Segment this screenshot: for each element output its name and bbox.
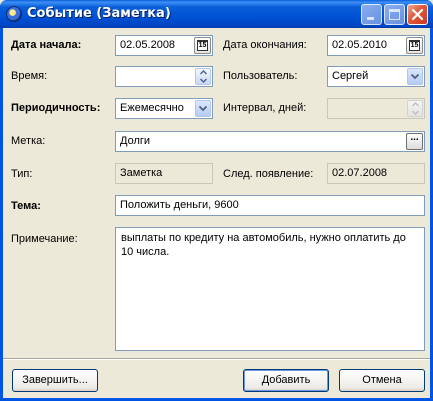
event-dialog: Событие (Заметка) Дата начала: 02.05.200… xyxy=(0,0,433,401)
maximize-icon xyxy=(389,9,400,20)
time-label: Время: xyxy=(11,70,48,82)
start-date-value: 02.05.2008 xyxy=(120,39,176,51)
next-occurrence-field: 02.07.2008 xyxy=(327,163,425,184)
type-field: Заметка xyxy=(115,163,213,184)
type-label: Тип: xyxy=(11,168,33,180)
chevron-down-icon xyxy=(198,105,208,112)
chevron-down-icon xyxy=(410,73,420,80)
periodicity-label: Периодичность: xyxy=(11,102,101,114)
subject-value: Положить деньги, 9600 xyxy=(120,199,239,211)
ellipsis-icon: ... xyxy=(410,132,419,143)
subject-label: Тема: xyxy=(11,200,41,212)
user-label: Пользователь: xyxy=(223,70,298,82)
tag-browse-button[interactable]: ... xyxy=(406,133,423,150)
window-title: Событие (Заметка) xyxy=(27,6,171,21)
periodicity-dropdown-button[interactable] xyxy=(195,100,211,117)
user-value: Сергей xyxy=(332,70,369,82)
periodicity-value: Ежемесячно xyxy=(120,102,184,114)
end-date-value: 02.05.2010 xyxy=(332,39,388,51)
footer-divider xyxy=(3,358,430,360)
cancel-button[interactable]: Отмена xyxy=(339,369,425,392)
calendar-icon: 15 xyxy=(409,40,420,51)
add-button-label: Добавить xyxy=(261,374,311,386)
tag-label: Метка: xyxy=(11,135,46,147)
interval-label: Интервал, дней: xyxy=(223,102,307,114)
spin-up-icon xyxy=(408,101,422,108)
tag-value: Долги xyxy=(120,135,151,147)
next-occurrence-value: 02.07.2008 xyxy=(332,167,388,179)
finish-button[interactable]: Завершить... xyxy=(12,369,98,392)
note-textarea[interactable]: выплаты по кредиту на автомобиль, нужно … xyxy=(115,227,425,351)
minimize-icon xyxy=(367,17,374,20)
note-label: Примечание: xyxy=(11,233,78,245)
start-date-calendar-button[interactable]: 15 xyxy=(194,37,211,54)
type-value: Заметка xyxy=(120,167,163,179)
time-spinner[interactable] xyxy=(195,68,211,85)
title-bar[interactable]: Событие (Заметка) xyxy=(0,0,433,28)
tag-field[interactable]: Долги xyxy=(115,131,425,152)
subject-field[interactable]: Положить деньги, 9600 xyxy=(115,195,425,216)
app-icon xyxy=(6,6,22,22)
finish-button-label: Завершить... xyxy=(22,374,88,386)
end-date-label: Дата окончания: xyxy=(223,39,307,51)
spin-down-icon xyxy=(408,109,422,116)
end-date-calendar-button[interactable]: 15 xyxy=(406,37,423,54)
maximize-button[interactable] xyxy=(384,4,405,25)
close-icon xyxy=(411,8,424,21)
next-occurrence-label: След. появление: xyxy=(223,168,314,180)
spin-down-icon[interactable] xyxy=(196,77,210,84)
add-button[interactable]: Добавить xyxy=(243,369,329,392)
note-value: выплаты по кредиту на автомобиль, нужно … xyxy=(121,232,406,258)
user-dropdown-button[interactable] xyxy=(407,68,423,85)
cancel-button-label: Отмена xyxy=(362,374,402,386)
interval-spinner xyxy=(407,100,423,117)
minimize-button[interactable] xyxy=(361,4,382,25)
calendar-icon: 15 xyxy=(197,40,208,51)
start-date-label: Дата начала: xyxy=(11,39,82,51)
spin-up-icon[interactable] xyxy=(196,69,210,76)
close-button[interactable] xyxy=(407,4,428,25)
